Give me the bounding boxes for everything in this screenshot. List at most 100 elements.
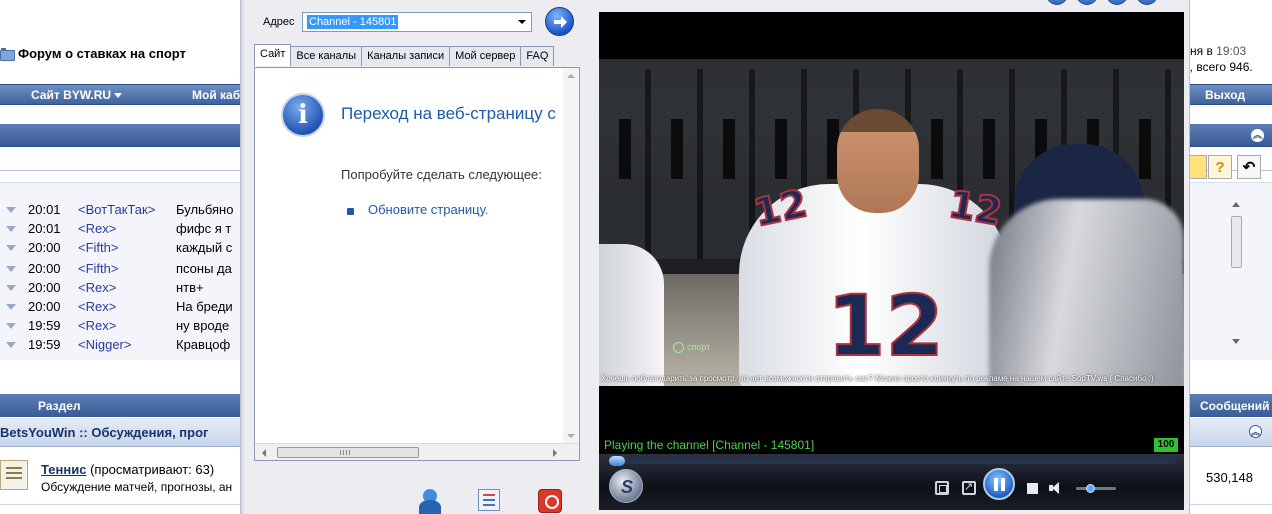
address-combobox[interactable]: Channel - 145801 xyxy=(302,12,532,32)
nav-site-label: Сайт BYW.RU xyxy=(31,88,112,102)
tab-my-server[interactable]: Мой сервер xyxy=(449,46,522,66)
chat-nick[interactable]: <Fifth> xyxy=(78,261,176,276)
player-controls xyxy=(599,454,1184,510)
category-title[interactable]: BetsYouWin :: Обсуждения, прог xyxy=(0,425,208,440)
arrow-down-icon[interactable] xyxy=(6,244,16,251)
arrow-down-icon[interactable] xyxy=(6,225,16,232)
forum-title[interactable]: Форум о ставках на спорт xyxy=(0,43,186,63)
chat-message: 19:59 <Rex> ну вроде xyxy=(0,316,229,335)
chat-nick[interactable]: <Rex> xyxy=(78,318,176,333)
chat-message: 20:00 <Rex> нтв+ xyxy=(0,278,204,297)
chat-text: псоны да xyxy=(176,261,232,276)
info-icon: i xyxy=(281,93,325,137)
forum-viewers: (просматривают: 63) xyxy=(90,462,215,477)
top-icon[interactable] xyxy=(1106,0,1128,5)
undo-button[interactable]: ↶ xyxy=(1237,155,1261,179)
refresh-link[interactable]: Обновите страницу. xyxy=(368,202,488,217)
top-icon[interactable] xyxy=(1076,0,1098,5)
checklist-icon[interactable] xyxy=(478,489,500,511)
volume-readout: 100 xyxy=(1154,438,1178,452)
seek-bar[interactable] xyxy=(609,456,1177,466)
chat-time: 20:00 xyxy=(28,240,61,255)
address-value[interactable]: Channel - 145801 xyxy=(307,15,399,29)
chevron-down-icon[interactable] xyxy=(515,15,529,29)
user-icon[interactable] xyxy=(417,486,445,514)
chat-time: 19:59 xyxy=(28,337,61,352)
arrow-down-icon[interactable] xyxy=(6,265,16,272)
forum-link-tennis[interactable]: Теннис xyxy=(41,462,86,477)
nav-site-menu[interactable]: Сайт BYW.RU xyxy=(31,88,123,102)
video-frame[interactable]: 12 12 12 спорт Хочешь поблагодарить за п… xyxy=(599,59,1184,386)
browser-vscrollbar[interactable] xyxy=(563,68,579,444)
error-title: Переход на веб-страницу с xyxy=(341,104,556,123)
top-icon[interactable] xyxy=(1136,0,1158,5)
tab-recorded-channels[interactable]: Каналы записи xyxy=(361,46,451,66)
forum-stats-total: 0, всего 946. xyxy=(1183,60,1253,74)
scroll-down-icon[interactable] xyxy=(567,434,575,438)
chat-text: нтв+ xyxy=(176,280,204,295)
chat-message: 20:00 <Fifth> каждый с xyxy=(0,238,232,257)
video-panel: 12 12 12 спорт Хочешь поблагодарить за п… xyxy=(599,12,1184,510)
forum-title-text: Форум о ставках на спорт xyxy=(18,45,186,61)
chat-nick[interactable]: <Rex> xyxy=(78,221,176,236)
chat-scrollbar[interactable] xyxy=(1229,199,1244,349)
player-status-bar: Playing the channel [Channel - 145801] 1… xyxy=(599,436,1184,454)
arrow-down-icon[interactable] xyxy=(6,322,16,329)
video-ticker: Хочешь поблагодарить за просмотр, но нет… xyxy=(601,374,1154,383)
nav-cabinet[interactable]: Мой каб xyxy=(192,88,240,102)
window-border xyxy=(241,0,246,514)
scroll-thumb[interactable] xyxy=(277,447,419,458)
col-messages: Сообщений xyxy=(1200,399,1270,413)
forum-message-count: 530,148 xyxy=(1206,470,1253,485)
chat-text: каждый с xyxy=(176,240,233,255)
collapse-icon[interactable]: ︽ xyxy=(1251,129,1264,142)
mini-mode-icon[interactable] xyxy=(935,481,949,495)
volume-icon[interactable] xyxy=(1049,481,1063,495)
seek-knob[interactable] xyxy=(609,456,625,466)
top-icon[interactable] xyxy=(1046,0,1068,5)
fullscreen-icon[interactable] xyxy=(962,480,976,495)
arrow-down-icon[interactable] xyxy=(6,206,16,213)
stop-button[interactable] xyxy=(1027,483,1038,494)
scroll-right-icon[interactable] xyxy=(553,449,557,457)
screen: Форум о ставках на спорт дня в 19:03 0, … xyxy=(0,0,1272,514)
tab-faq[interactable]: FAQ xyxy=(520,46,555,66)
help-button[interactable]: ? xyxy=(1208,155,1232,179)
scroll-up-icon[interactable] xyxy=(567,74,575,78)
arrow-down-icon[interactable] xyxy=(6,341,16,348)
volume-slider[interactable] xyxy=(1076,484,1116,493)
video-figure xyxy=(989,199,1184,386)
volume-knob[interactable] xyxy=(1086,484,1095,493)
player-status: Playing the channel [Channel - 145801] xyxy=(604,438,815,452)
browser-hscrollbar[interactable] xyxy=(255,443,579,460)
scroll-down-icon[interactable] xyxy=(1232,339,1240,344)
chat-text: ну вроде xyxy=(176,318,230,333)
chat-message: 20:01 <ВотТакТак> Бульбяно xyxy=(0,200,233,219)
arrow-down-icon[interactable] xyxy=(6,303,16,310)
chat-nick[interactable]: <Rex> xyxy=(78,280,176,295)
scroll-thumb[interactable] xyxy=(1231,216,1242,268)
collapse-icon[interactable]: ︽ xyxy=(1249,425,1262,438)
go-button[interactable] xyxy=(545,7,574,36)
chat-nick[interactable]: <Rex> xyxy=(78,299,176,314)
power-icon[interactable] xyxy=(538,489,562,513)
col-section: Раздел xyxy=(38,399,81,413)
arrow-down-icon[interactable] xyxy=(6,284,16,291)
scroll-up-icon[interactable] xyxy=(1232,202,1240,207)
forum-row-title: Теннис (просматривают: 63) xyxy=(41,462,214,477)
chat-time: 20:01 xyxy=(28,221,61,236)
pause-button[interactable] xyxy=(983,468,1015,500)
chat-nick[interactable]: <ВотТакТак> xyxy=(78,202,176,217)
scroll-left-icon[interactable] xyxy=(262,449,266,457)
chat-nick[interactable]: <Fifth> xyxy=(78,240,176,255)
forum-stats-time: 19:03 xyxy=(1216,44,1247,58)
chat-text: фифс я т xyxy=(176,221,232,236)
video-figure xyxy=(599,244,664,386)
chat-time: 20:01 xyxy=(28,202,61,217)
chat-nick[interactable]: <Nigger> xyxy=(78,337,176,352)
nav-logout[interactable]: Выход xyxy=(1205,88,1245,102)
window-top-icons xyxy=(1046,0,1166,5)
tab-site[interactable]: Сайт xyxy=(254,44,292,66)
tab-all-channels[interactable]: Все каналы xyxy=(290,46,363,66)
jersey-number: 12 xyxy=(749,180,812,236)
